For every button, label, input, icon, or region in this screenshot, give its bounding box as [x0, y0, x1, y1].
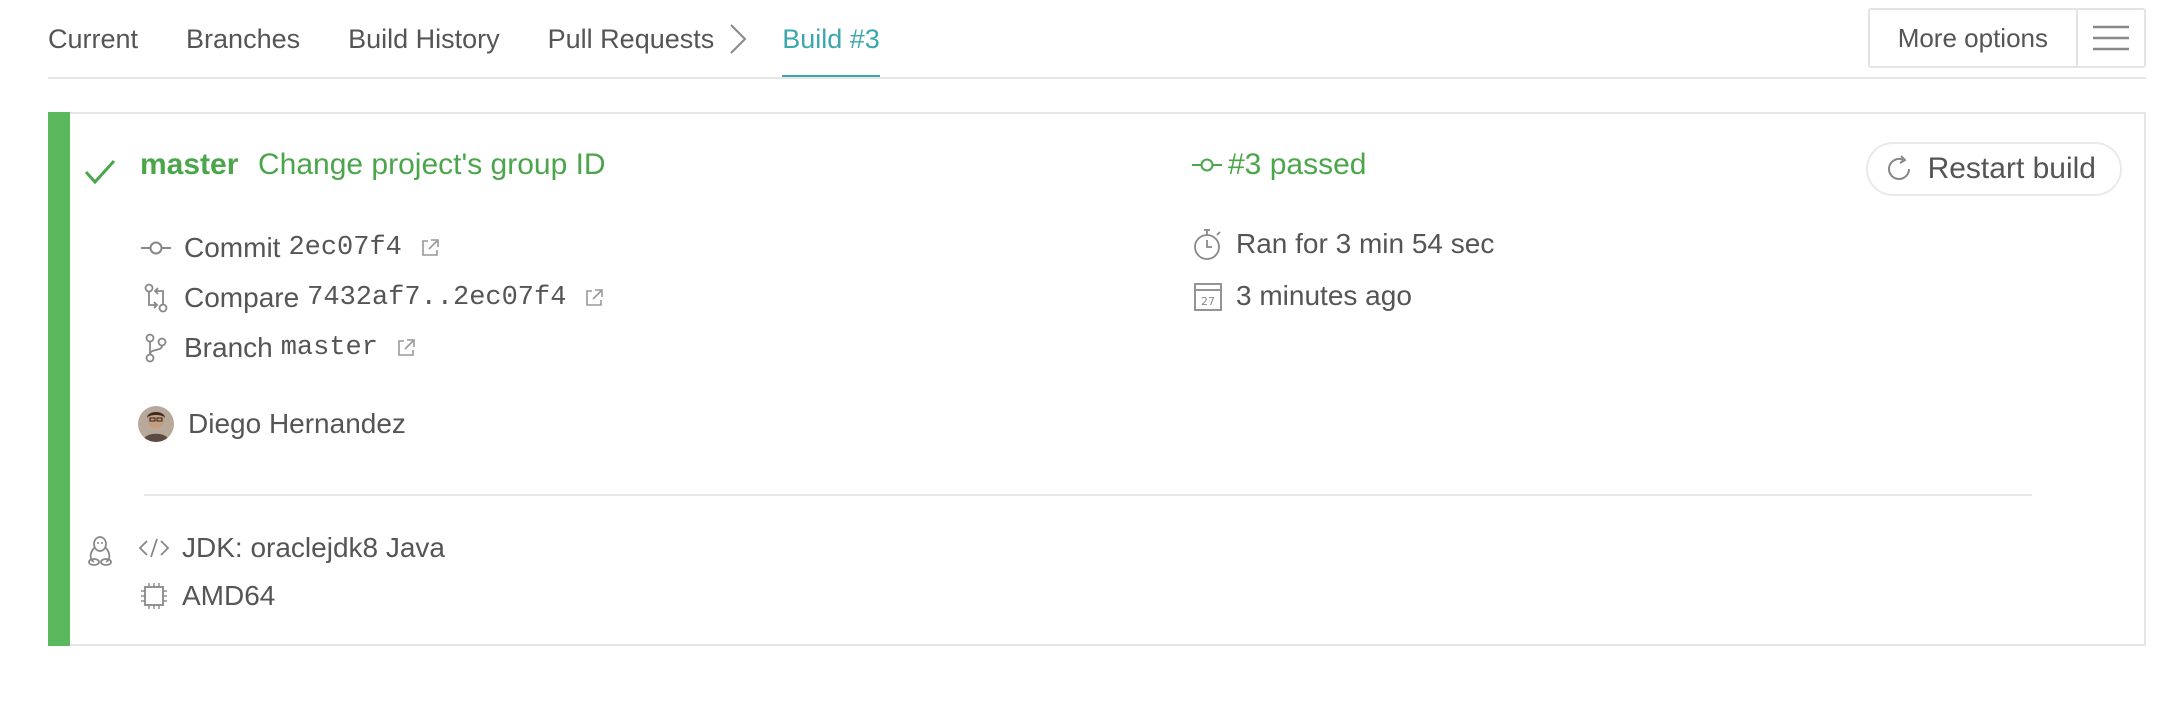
- commit-label: Commit: [184, 232, 281, 263]
- commit-sha[interactable]: 2ec07f4: [288, 233, 401, 263]
- hamburger-icon[interactable]: [2078, 10, 2144, 66]
- build-finished-time: 3 minutes ago: [1236, 280, 1412, 311]
- tab-branches[interactable]: Branches: [186, 0, 300, 78]
- tab-pull-requests[interactable]: Pull Requests: [548, 0, 715, 78]
- build-summary-card: master Change project's group ID Commit …: [48, 112, 2146, 646]
- compare-label: Compare: [184, 282, 300, 313]
- commit-icon: [1192, 158, 1222, 172]
- branch-icon: [140, 332, 172, 364]
- compare-range[interactable]: 7432af7..2ec07f4: [307, 283, 566, 313]
- arch-row: AMD64: [138, 580, 275, 612]
- restart-build-label: Restart build: [1927, 152, 2096, 185]
- linux-icon: [86, 534, 114, 571]
- chevron-right-icon: [728, 0, 748, 78]
- author-row: Diego Hernandez: [138, 406, 406, 442]
- build-status[interactable]: #3 passed: [1192, 148, 1366, 182]
- build-branch-name[interactable]: master: [140, 148, 238, 182]
- cpu-icon: [138, 580, 170, 612]
- build-status-bar: [48, 112, 70, 646]
- code-icon: [138, 532, 170, 564]
- branch-row: Branch master: [140, 332, 416, 364]
- more-options-button[interactable]: More options: [1870, 10, 2078, 66]
- external-link-icon[interactable]: [420, 238, 440, 258]
- author-name: Diego Hernandez: [188, 408, 406, 439]
- branch-label: Branch: [184, 332, 273, 363]
- more-options-menu[interactable]: More options: [1867, 8, 2146, 68]
- calendar-icon: 27: [1192, 280, 1224, 312]
- build-status-label: #3 passed: [1228, 148, 1367, 181]
- duration-row: Ran for 3 min 54 sec: [1192, 228, 1494, 260]
- compare-icon: [140, 282, 172, 314]
- restart-icon: [1884, 154, 1914, 184]
- finished-row: 27 3 minutes ago: [1192, 280, 1412, 312]
- arch-label: AMD64: [182, 580, 276, 611]
- jdk-row: JDK: oraclejdk8 Java: [138, 532, 445, 564]
- external-link-icon[interactable]: [584, 288, 604, 308]
- compare-row: Compare 7432af7..2ec07f4: [140, 282, 604, 314]
- jdk-label: JDK: oraclejdk8 Java: [182, 532, 446, 563]
- check-icon: [84, 158, 116, 191]
- tab-build[interactable]: Build #3: [782, 0, 880, 79]
- external-link-icon[interactable]: [396, 338, 416, 358]
- tab-list: Current Branches Build History Pull Requ…: [48, 0, 928, 79]
- commit-icon: [140, 232, 172, 264]
- tab-divider: [48, 77, 2146, 79]
- card-divider: [144, 494, 2032, 496]
- tab-build-history[interactable]: Build History: [348, 0, 500, 78]
- build-duration: Ran for 3 min 54 sec: [1236, 228, 1495, 259]
- svg-text:27: 27: [1201, 295, 1215, 308]
- commit-row: Commit 2ec07f4: [140, 232, 440, 264]
- stopwatch-icon: [1192, 228, 1224, 260]
- tab-current[interactable]: Current: [48, 0, 138, 78]
- build-nav: Current Branches Build History Pull Requ…: [48, 0, 2146, 80]
- avatar: [138, 406, 174, 442]
- branch-value[interactable]: master: [281, 333, 378, 363]
- commit-message: Change project's group ID: [258, 148, 606, 181]
- restart-build-button[interactable]: Restart build: [1865, 142, 2122, 196]
